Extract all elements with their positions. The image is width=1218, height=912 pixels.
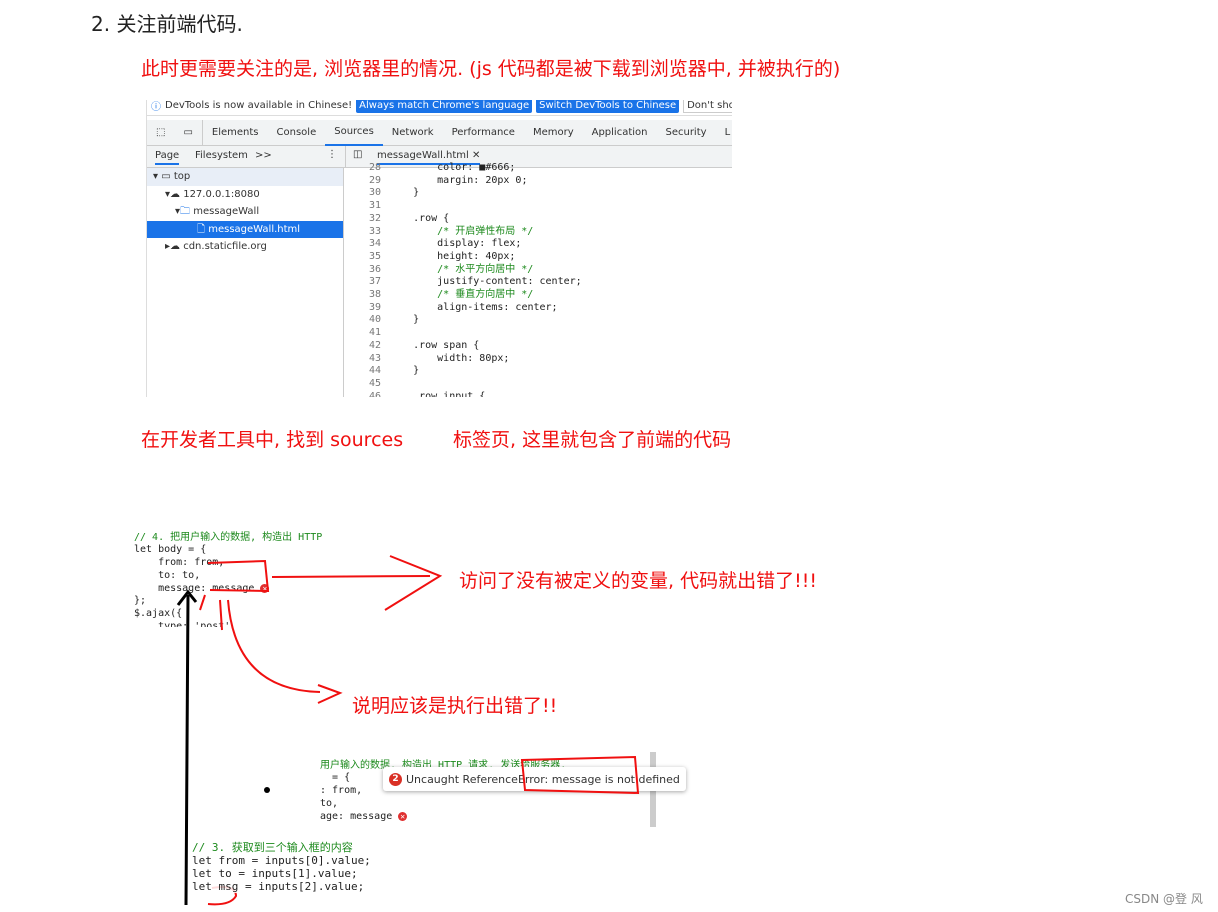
code-line: // 3. 获取到三个输入框的内容	[192, 841, 353, 854]
code-snippet-3: // 3. 获取到三个输入框的内容 let from = inputs[0].va…	[192, 828, 371, 893]
code-line: let to = inputs[1].value;	[192, 867, 358, 880]
annotation-arrow	[271, 555, 443, 611]
annotation-box	[207, 559, 270, 593]
annotation-tick	[199, 594, 223, 631]
annotation-box	[520, 755, 640, 795]
code-line: let from = inputs[0].value;	[192, 854, 371, 867]
footer-watermark: CSDN @登 风	[1125, 892, 1203, 906]
dot	[264, 787, 270, 793]
annotation-drawings	[176, 555, 640, 906]
annotation-curve	[227, 599, 343, 704]
code-line: let msg = inputs[2].value;	[192, 880, 365, 893]
